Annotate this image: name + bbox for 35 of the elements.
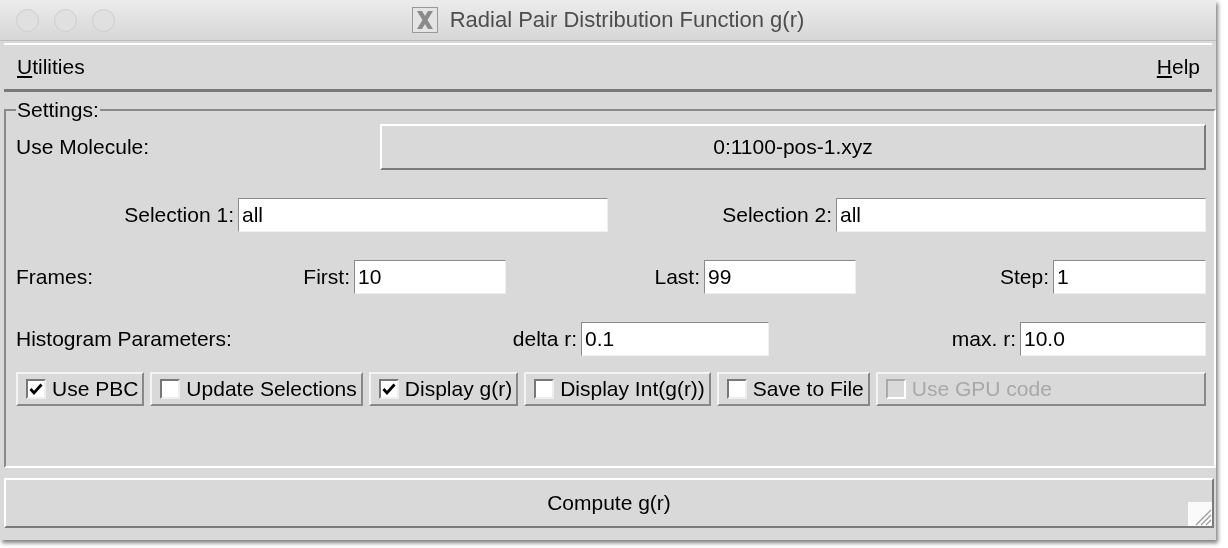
molecule-menu-button[interactable]: 0:1100-pos-1.xyz	[380, 124, 1206, 170]
input-field[interactable]: 99	[704, 260, 856, 294]
x-window-icon	[411, 7, 438, 33]
field-label: First:	[303, 265, 350, 289]
checkbox-option[interactable]: Display g(r)	[368, 372, 519, 406]
field-label: Last:	[654, 265, 700, 289]
input-field[interactable]: 10.0	[1020, 322, 1206, 356]
field-label: Frames:	[16, 265, 94, 289]
checkbox-option[interactable]: Display Int(g(r))	[524, 372, 711, 406]
checkbox[interactable]	[26, 379, 46, 399]
checkbox[interactable]	[726, 379, 747, 399]
frame-title: Settings:	[16, 98, 100, 122]
input-field[interactable]: 10	[354, 260, 506, 294]
menu-item[interactable]: Help	[1156, 55, 1200, 79]
window-title: Radial Pair Distribution Function g(r)	[449, 7, 805, 33]
input-field[interactable]: 0.1	[581, 322, 769, 356]
field-label: Step:	[999, 265, 1049, 289]
checkbox[interactable]	[160, 379, 181, 399]
compute-button[interactable]: Compute g(r)	[4, 478, 1214, 528]
field-label: delta r:	[512, 327, 577, 351]
input-field[interactable]: 1	[1053, 260, 1206, 294]
field-label: max. r:	[951, 327, 1016, 351]
resize-grip-icon[interactable]	[1188, 502, 1212, 526]
checkbox[interactable]	[534, 379, 555, 399]
input-field[interactable]: all	[836, 198, 1206, 232]
checkbox-option[interactable]: Save to File	[716, 372, 870, 406]
input-field[interactable]: all	[238, 198, 608, 232]
field-label: Selection 2:	[722, 203, 832, 227]
field-label: Selection 1:	[124, 203, 234, 227]
checkbox-option[interactable]: Use PBC	[16, 372, 145, 406]
checkbox[interactable]	[378, 379, 399, 399]
field-label: Use Molecule:	[16, 135, 151, 159]
checkbox-option[interactable]: Update Selections	[150, 372, 363, 406]
menu-item[interactable]: Utilities	[17, 55, 85, 79]
field-label: Histogram Parameters:	[16, 327, 233, 351]
